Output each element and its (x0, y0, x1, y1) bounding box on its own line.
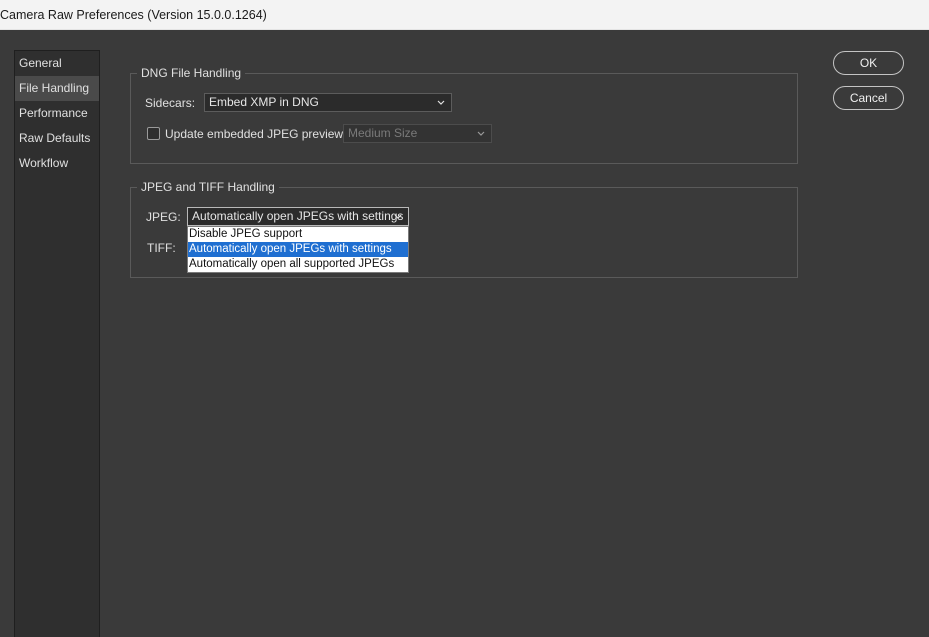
jpeg-select-value: Automatically open JPEGs with settings (192, 209, 404, 223)
sidebar: General File Handling Performance Raw De… (14, 50, 100, 637)
tiff-label: TIFF: (147, 241, 176, 255)
sidebar-item-general[interactable]: General (15, 51, 99, 76)
ok-button[interactable]: OK (833, 51, 904, 75)
jpeg-label: JPEG: (146, 210, 181, 224)
sidebar-item-performance[interactable]: Performance (15, 101, 99, 126)
window-title: Camera Raw Preferences (Version 15.0.0.1… (0, 8, 267, 22)
jpeg-option-disable[interactable]: Disable JPEG support (188, 227, 408, 242)
dng-file-handling-group: DNG File Handling (130, 66, 798, 164)
sidecars-select[interactable]: Embed XMP in DNG (204, 93, 452, 112)
preview-size-select: Medium Size (343, 124, 492, 143)
jpeg-select[interactable]: Automatically open JPEGs with settings (187, 207, 409, 226)
preview-size-value: Medium Size (348, 126, 418, 140)
sidecars-label: Sidecars: (145, 96, 196, 110)
jpeg-tiff-group-label: JPEG and TIFF Handling (137, 180, 279, 194)
sidecars-value: Embed XMP in DNG (209, 95, 319, 109)
preferences-dialog: General File Handling Performance Raw De… (0, 30, 929, 637)
chevron-down-icon (437, 100, 445, 105)
sidebar-item-file-handling[interactable]: File Handling (15, 76, 99, 101)
chevron-down-icon (477, 131, 485, 136)
title-bar: Camera Raw Preferences (Version 15.0.0.1… (0, 0, 929, 30)
jpeg-option-open-all[interactable]: Automatically open all supported JPEGs (188, 257, 408, 272)
cancel-button[interactable]: Cancel (833, 86, 904, 110)
update-previews-label: Update embedded JPEG previews: (165, 127, 353, 141)
dng-group-label: DNG File Handling (137, 66, 246, 80)
jpeg-option-open-with-settings[interactable]: Automatically open JPEGs with settings (188, 242, 408, 257)
chevron-down-icon (394, 214, 402, 219)
update-previews-checkbox[interactable] (147, 127, 160, 140)
sidebar-item-raw-defaults[interactable]: Raw Defaults (15, 126, 99, 151)
jpeg-dropdown-list: Disable JPEG support Automatically open … (187, 226, 409, 273)
sidebar-item-workflow[interactable]: Workflow (15, 151, 99, 176)
